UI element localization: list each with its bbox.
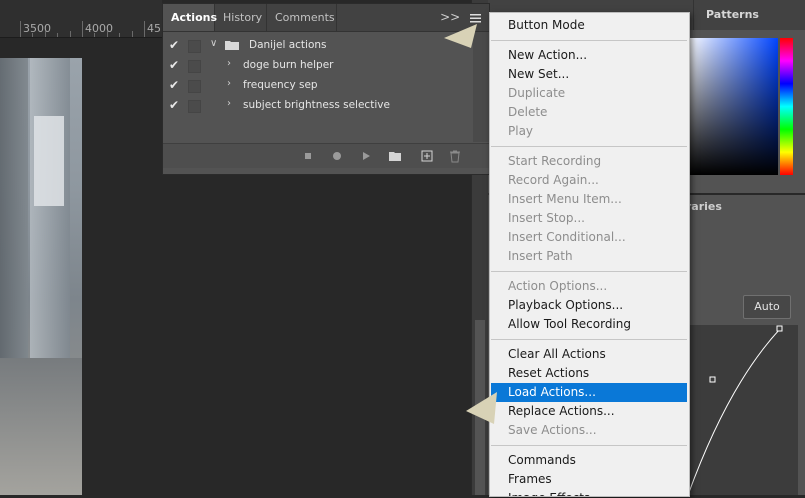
- hue-slider[interactable]: [780, 38, 793, 175]
- folder-icon: [225, 41, 239, 50]
- chevron-right-icon[interactable]: ›: [227, 78, 231, 89]
- actions-panel: Actions History Comments >> ✔ ∨ Danijel …: [162, 3, 490, 175]
- menu-item-start-recording[interactable]: Start Recording: [491, 152, 687, 171]
- folder-icon[interactable]: [388, 149, 402, 163]
- menu-item-action-options[interactable]: Action Options...: [491, 277, 687, 296]
- stop-icon[interactable]: [301, 149, 315, 163]
- panel-menu-icon[interactable]: [470, 10, 481, 24]
- ruler-label: 3500: [23, 22, 51, 35]
- menu-item-commands[interactable]: Commands: [491, 451, 687, 470]
- menu-item-insert-stop[interactable]: Insert Stop...: [491, 209, 687, 228]
- menu-item-play[interactable]: Play: [491, 122, 687, 141]
- menu-separator: [491, 445, 687, 446]
- menu-item-playback-options[interactable]: Playback Options...: [491, 296, 687, 315]
- action-label: frequency sep: [243, 79, 318, 91]
- ruler-label: 4000: [85, 22, 113, 35]
- workspace-background: [83, 173, 471, 495]
- curves-graph[interactable]: [687, 325, 798, 496]
- menu-item-duplicate[interactable]: Duplicate: [491, 84, 687, 103]
- tab-history[interactable]: History: [215, 4, 267, 31]
- actions-toolbar: [163, 143, 489, 168]
- action-row[interactable]: ✔ › frequency sep: [163, 76, 473, 96]
- trash-icon[interactable]: [448, 149, 462, 163]
- action-label: doge burn helper: [243, 59, 334, 71]
- action-set-label: Danijel actions: [249, 39, 327, 51]
- dialog-toggle-box[interactable]: [188, 60, 201, 73]
- menu-item-new-action[interactable]: New Action...: [491, 46, 687, 65]
- menu-item-save-actions[interactable]: Save Actions...: [491, 421, 687, 440]
- color-picker-field[interactable]: [688, 38, 778, 175]
- menu-item-clear-all-actions[interactable]: Clear All Actions: [491, 345, 687, 364]
- menu-item-load-actions[interactable]: Load Actions...: [491, 383, 687, 402]
- record-icon[interactable]: [330, 149, 344, 163]
- menu-item-frames[interactable]: Frames: [491, 470, 687, 489]
- menu-separator: [491, 40, 687, 41]
- document-canvas-image[interactable]: [0, 58, 82, 495]
- tab-patterns[interactable]: Patterns: [693, 0, 771, 30]
- pointer-arrow-icon: [466, 392, 497, 424]
- menu-item-button-mode[interactable]: Button Mode: [491, 16, 687, 35]
- chevron-right-icon[interactable]: ›: [227, 98, 231, 109]
- pointer-arrow-icon: [444, 24, 477, 48]
- menu-item-insert-conditional[interactable]: Insert Conditional...: [491, 228, 687, 247]
- checkmark-icon[interactable]: ✔: [169, 38, 183, 54]
- dialog-toggle-box[interactable]: [188, 100, 201, 113]
- auto-button[interactable]: Auto: [743, 295, 791, 319]
- menu-separator: [491, 146, 687, 147]
- menu-item-image-effects[interactable]: Image Effects: [491, 489, 687, 496]
- menu-item-allow-tool-recording[interactable]: Allow Tool Recording: [491, 315, 687, 334]
- menu-item-insert-menu-item[interactable]: Insert Menu Item...: [491, 190, 687, 209]
- dialog-toggle-box[interactable]: [188, 40, 201, 53]
- menu-separator: [491, 271, 687, 272]
- dialog-toggle-box[interactable]: [188, 80, 201, 93]
- menu-item-delete[interactable]: Delete: [491, 103, 687, 122]
- play-icon[interactable]: [359, 149, 373, 163]
- actions-flyout-menu: Button Mode New Action... New Set... Dup…: [489, 12, 690, 497]
- collapse-icon[interactable]: >>: [440, 10, 460, 24]
- menu-item-new-set[interactable]: New Set...: [491, 65, 687, 84]
- tab-actions[interactable]: Actions: [163, 4, 217, 31]
- action-row[interactable]: ✔ › subject brightness selective: [163, 96, 473, 116]
- checkmark-icon[interactable]: ✔: [169, 78, 183, 94]
- menu-item-replace-actions[interactable]: Replace Actions...: [491, 402, 687, 421]
- action-label: subject brightness selective: [243, 99, 390, 111]
- action-set-row[interactable]: ✔ ∨ Danijel actions: [163, 36, 473, 56]
- actions-panel-tabbar: Actions History Comments >>: [163, 4, 489, 32]
- chevron-down-icon[interactable]: ∨: [210, 38, 217, 49]
- horizontal-ruler: 3500 4000 45: [0, 0, 162, 38]
- menu-item-reset-actions[interactable]: Reset Actions: [491, 364, 687, 383]
- menu-item-insert-path[interactable]: Insert Path: [491, 247, 687, 266]
- action-row[interactable]: ✔ › doge burn helper: [163, 56, 473, 76]
- menu-separator: [491, 339, 687, 340]
- menu-item-record-again[interactable]: Record Again...: [491, 171, 687, 190]
- new-action-icon[interactable]: [420, 149, 434, 163]
- checkmark-icon[interactable]: ✔: [169, 58, 183, 74]
- tab-comments[interactable]: Comments: [267, 4, 337, 31]
- curve-line-icon: [687, 325, 783, 496]
- ruler-label: 45: [147, 22, 161, 35]
- checkmark-icon[interactable]: ✔: [169, 98, 183, 114]
- chevron-right-icon[interactable]: ›: [227, 58, 231, 69]
